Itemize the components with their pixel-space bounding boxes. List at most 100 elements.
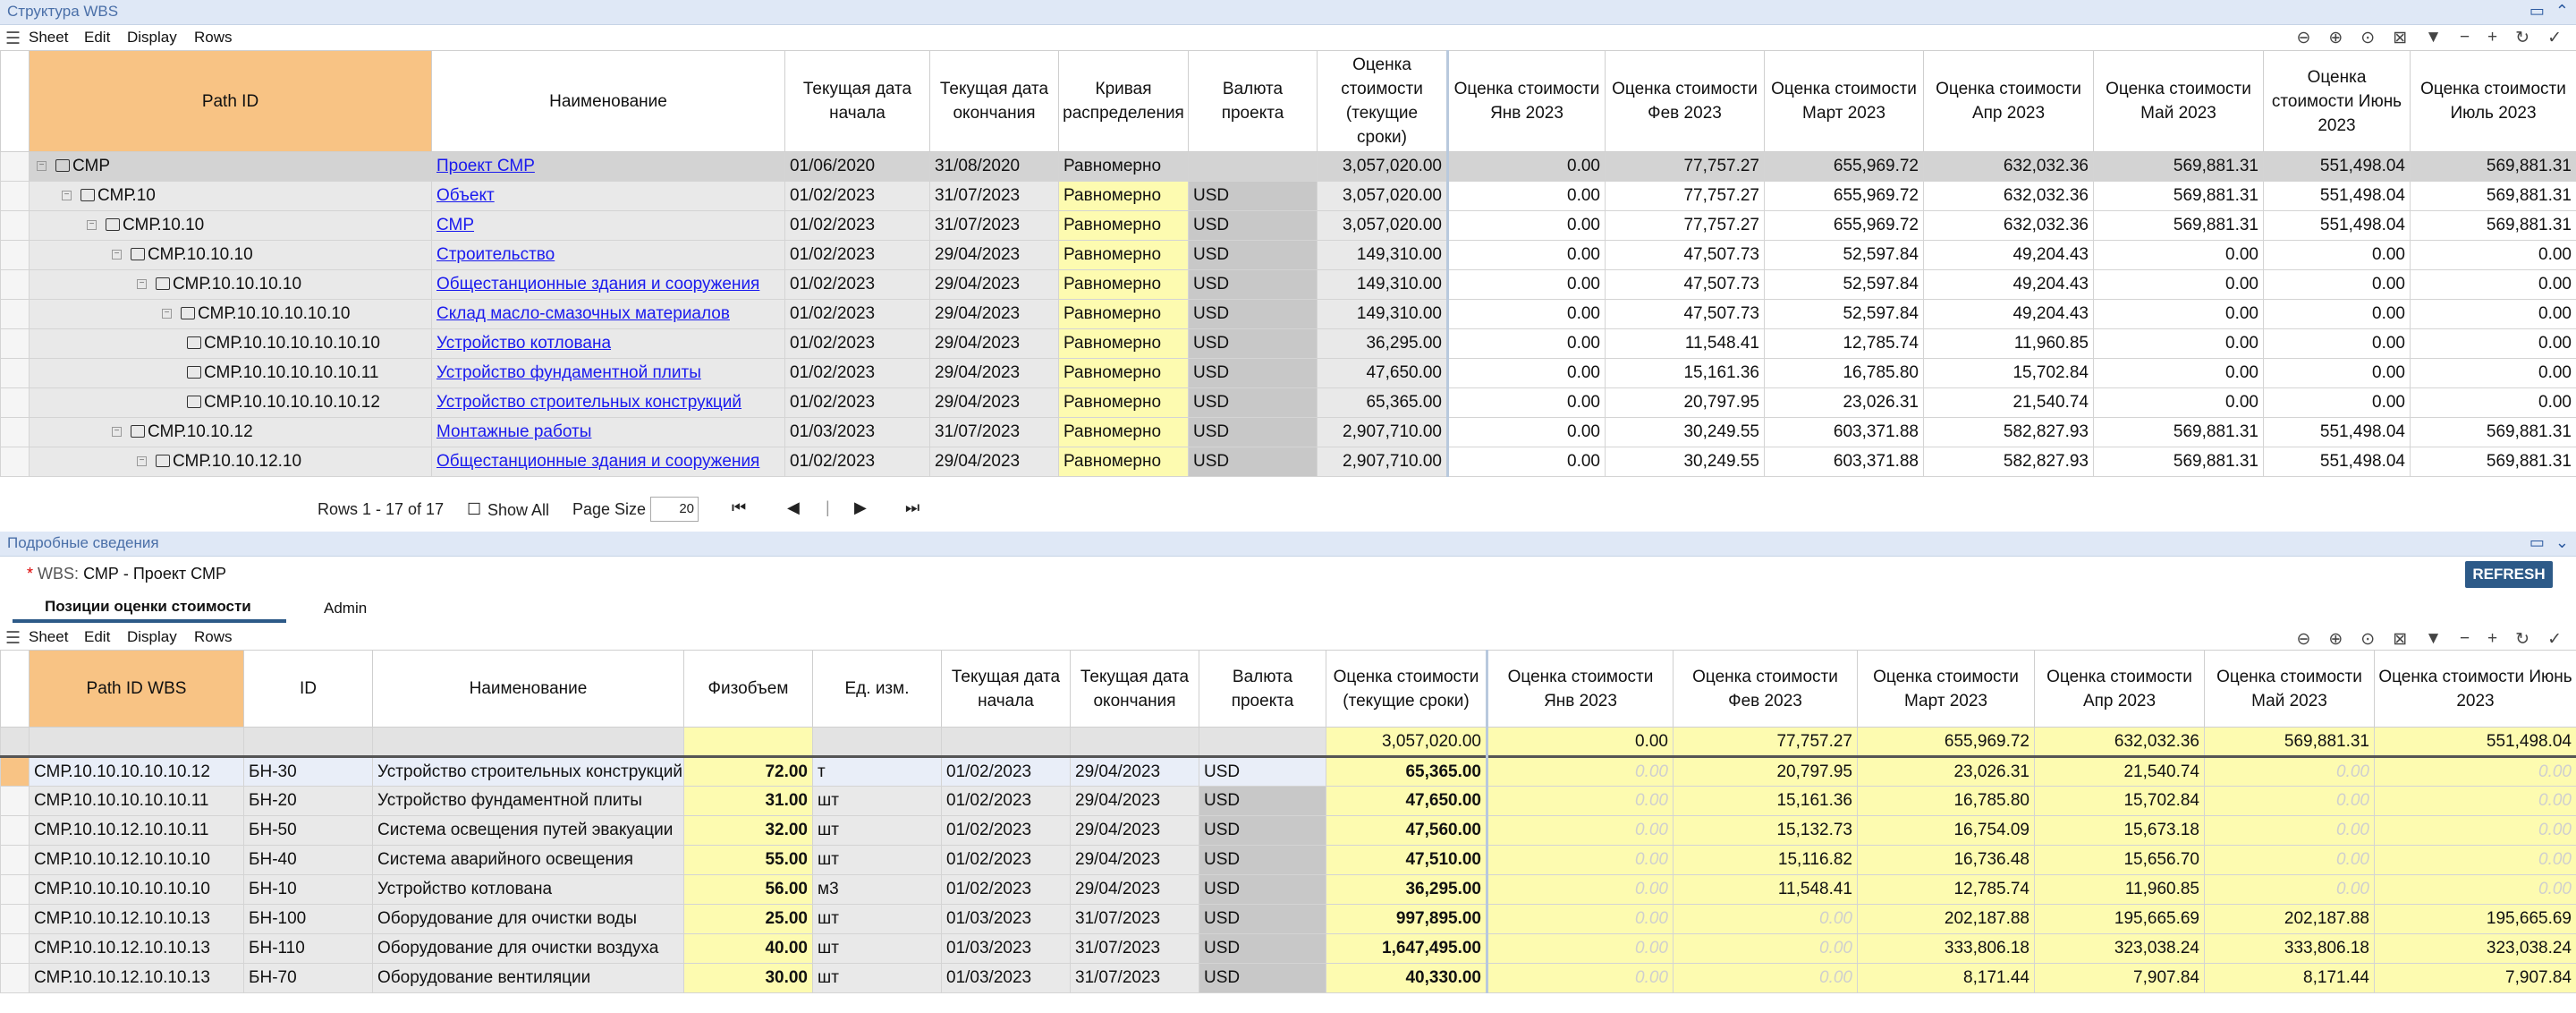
start-date[interactable]: 01/02/2023 xyxy=(784,269,930,300)
end-date[interactable]: 31/07/2023 xyxy=(1070,904,1199,934)
row-selector[interactable] xyxy=(0,358,30,388)
col-jan[interactable]: Оценка стоимости Янв 2023 xyxy=(1447,50,1606,152)
month-cell[interactable]: 16,785.80 xyxy=(1857,786,2035,816)
unit-cell[interactable]: шт xyxy=(812,904,942,934)
qty-cell[interactable]: 55.00 xyxy=(683,845,813,875)
month-cell[interactable]: 16,736.48 xyxy=(1857,845,2035,875)
month-cell[interactable]: 0.00 xyxy=(1487,904,1674,934)
qty-cell[interactable]: 25.00 xyxy=(683,904,813,934)
qty-cell[interactable]: 72.00 xyxy=(683,756,813,787)
curve-cell[interactable]: Равномерно xyxy=(1058,240,1189,270)
end-date[interactable]: 29/04/2023 xyxy=(929,387,1059,418)
month-cell[interactable]: 323,038.24 xyxy=(2374,933,2576,964)
qty-cell[interactable]: 30.00 xyxy=(683,963,813,993)
col-id[interactable]: ID xyxy=(243,650,373,728)
month-cell[interactable]: 0.00 xyxy=(1487,845,1674,875)
currency-cell[interactable]: USD xyxy=(1188,447,1318,477)
month-cell[interactable]: 7,907.84 xyxy=(2034,963,2205,993)
curve-cell[interactable]: Равномерно xyxy=(1058,181,1189,211)
row-selector[interactable] xyxy=(0,756,30,787)
check-icon[interactable]: ✓ xyxy=(2547,28,2562,48)
col-jun[interactable]: Оценка стоимости Июнь 2023 xyxy=(2374,650,2576,728)
month-cell[interactable]: 0.00 xyxy=(2204,786,2375,816)
start-date[interactable]: 01/03/2023 xyxy=(784,417,930,447)
zoom-reset-icon[interactable]: ⊙ xyxy=(2360,28,2375,48)
refresh-button[interactable]: REFRESH xyxy=(2465,561,2553,588)
row-selector[interactable] xyxy=(0,815,30,846)
collapse-toggle-icon[interactable]: − xyxy=(87,220,97,231)
wbs-name-link[interactable]: Склад масло-смазочных материалов xyxy=(436,304,730,323)
col-feb[interactable]: Оценка стоимости Фев 2023 xyxy=(1673,650,1858,728)
row-selector[interactable] xyxy=(0,299,30,329)
month-cell[interactable]: 0.00 xyxy=(1487,933,1674,964)
end-date[interactable]: 31/07/2023 xyxy=(929,210,1059,241)
end-date[interactable]: 31/07/2023 xyxy=(929,417,1059,447)
start-date[interactable]: 01/02/2023 xyxy=(941,845,1071,875)
month-cell[interactable]: 23,026.31 xyxy=(1857,756,2035,787)
currency-cell[interactable]: USD xyxy=(1188,328,1318,359)
collapse-icon[interactable]: ⌃ xyxy=(2555,2,2569,21)
zoom-out-icon[interactable]: ⊖ xyxy=(2296,28,2310,48)
col-qty[interactable]: Физобъем xyxy=(683,650,813,728)
month-cell[interactable]: 8,171.44 xyxy=(2204,963,2375,993)
menu-rows[interactable]: Rows xyxy=(194,29,233,47)
unit-cell[interactable]: шт xyxy=(812,845,942,875)
cost-item-row[interactable]: СМР.10.10.10.10.10.11 БН-20 Устройство фун… xyxy=(0,786,2576,816)
end-date[interactable]: 29/04/2023 xyxy=(1070,874,1199,905)
currency-cell[interactable]: USD xyxy=(1199,845,1326,875)
qty-cell[interactable]: 40.00 xyxy=(683,933,813,964)
unit-cell[interactable]: шт xyxy=(812,815,942,846)
wbs-row[interactable]: − СМР.10 Объект 01/02/2023 31/07/2023 Равноме… xyxy=(0,181,2576,211)
month-cell[interactable]: 7,907.84 xyxy=(2374,963,2576,993)
check-icon[interactable]: ✓ xyxy=(2547,629,2562,650)
refresh-icon[interactable]: ↻ xyxy=(2515,629,2529,650)
start-date[interactable]: 01/02/2023 xyxy=(784,328,930,359)
row-selector[interactable] xyxy=(0,210,30,241)
item-name[interactable]: Устройство фундаментной плиты xyxy=(372,786,684,816)
col-apr[interactable]: Оценка стоимости Апр 2023 xyxy=(2034,650,2205,728)
zoom-in-icon[interactable]: ⊕ xyxy=(2328,629,2343,650)
month-cell[interactable]: 11,548.41 xyxy=(1673,874,1858,905)
month-cell[interactable]: 0.00 xyxy=(1487,874,1674,905)
first-page-icon[interactable]: ⏮ xyxy=(732,498,746,517)
month-cell[interactable]: 15,116.82 xyxy=(1673,845,1858,875)
col-end[interactable]: Текущая дата окончания xyxy=(929,50,1059,152)
wbs-name-link[interactable]: Общестанционные здания и сооружения xyxy=(436,452,759,471)
row-selector[interactable] xyxy=(0,417,30,447)
collapse-toggle-icon[interactable]: − xyxy=(112,250,122,260)
month-cell[interactable]: 202,187.88 xyxy=(2204,904,2375,934)
row-selector[interactable] xyxy=(0,933,30,964)
item-name[interactable]: Оборудование вентиляции xyxy=(372,963,684,993)
menu-icon[interactable]: ☰ xyxy=(5,29,21,49)
end-date[interactable]: 29/04/2023 xyxy=(929,447,1059,477)
currency-cell[interactable]: USD xyxy=(1188,299,1318,329)
item-name[interactable]: Система аварийного освещения xyxy=(372,845,684,875)
month-cell[interactable]: 0.00 xyxy=(1487,756,1674,787)
clear-filter-icon[interactable]: ⊠ xyxy=(2393,28,2407,48)
currency-cell[interactable]: USD xyxy=(1188,269,1318,300)
start-date[interactable]: 01/02/2023 xyxy=(941,786,1071,816)
month-cell[interactable]: 195,665.69 xyxy=(2374,904,2576,934)
col-name[interactable]: Наименование xyxy=(431,50,785,152)
curve-cell[interactable]: Равномерно xyxy=(1058,269,1189,300)
currency-cell[interactable]: USD xyxy=(1188,181,1318,211)
start-date[interactable]: 01/02/2023 xyxy=(784,358,930,388)
menu-icon[interactable]: ☰ xyxy=(5,628,21,649)
row-selector[interactable] xyxy=(0,181,30,211)
col-path-id-wbs[interactable]: Path ID WBS xyxy=(29,650,244,728)
wbs-row[interactable]: − СМР.10.10 СМР 01/02/2023 31/07/2023 Равноме… xyxy=(0,210,2576,241)
month-cell[interactable]: 202,187.88 xyxy=(1857,904,2035,934)
tab-cost-items[interactable]: Позиции оценки стоимости xyxy=(45,598,251,616)
curve-cell[interactable]: Равномерно xyxy=(1058,299,1189,329)
collapse-toggle-icon[interactable]: − xyxy=(37,161,47,172)
wbs-row[interactable]: − СМР.10.10.12.10 Общестанционные здания и… xyxy=(0,447,2576,477)
qty-cell[interactable]: 32.00 xyxy=(683,815,813,846)
remove-icon[interactable]: − xyxy=(2460,28,2470,48)
col-jul[interactable]: Оценка стоимости Июль 2023 xyxy=(2410,50,2576,152)
next-page-icon[interactable]: ▶ xyxy=(854,498,867,517)
maximize-icon[interactable]: ▭ xyxy=(2529,2,2545,21)
month-cell[interactable]: 8,171.44 xyxy=(1857,963,2035,993)
row-selector[interactable] xyxy=(0,269,30,300)
start-date[interactable]: 01/02/2023 xyxy=(784,210,930,241)
zoom-reset-icon[interactable]: ⊙ xyxy=(2360,629,2375,650)
